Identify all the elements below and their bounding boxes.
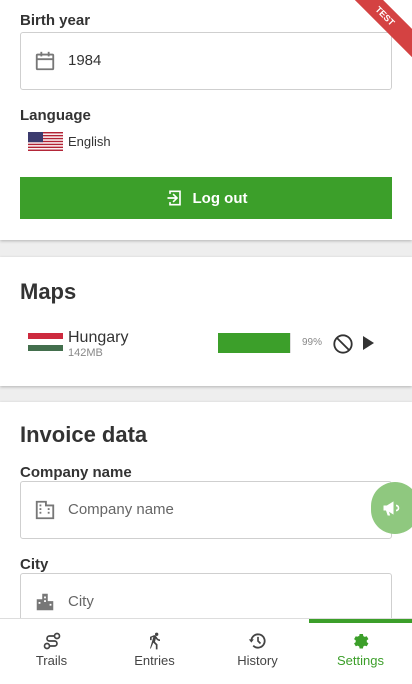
language-value: English bbox=[68, 134, 111, 149]
city-placeholder: City bbox=[68, 593, 94, 610]
logout-label: Log out bbox=[192, 189, 248, 207]
us-flag-icon bbox=[28, 132, 63, 151]
map-name: Hungary bbox=[68, 329, 129, 346]
nav-item-entries[interactable]: Entries bbox=[103, 619, 206, 684]
logout-icon bbox=[167, 190, 181, 206]
company-name-field[interactable]: Company name bbox=[20, 481, 392, 539]
logout-button[interactable]: Log out bbox=[20, 177, 392, 219]
city-label: City bbox=[20, 556, 49, 573]
birth-year-label: Birth year bbox=[20, 12, 91, 29]
map-item: Hungary 142MB 99% bbox=[28, 329, 388, 361]
cancel-download-icon[interactable] bbox=[332, 333, 354, 355]
city-field[interactable]: City bbox=[20, 573, 392, 618]
birth-year-value: 1984 bbox=[68, 52, 102, 69]
invoice-title: Invoice data bbox=[20, 422, 148, 447]
megaphone-icon bbox=[383, 501, 400, 516]
city-icon bbox=[36, 593, 54, 611]
invoice-card: Invoice data Company name Company name C… bbox=[0, 402, 412, 618]
map-size: 142MB bbox=[68, 347, 103, 359]
company-name-placeholder: Company name bbox=[68, 501, 174, 518]
nav-label-history: History bbox=[237, 653, 278, 668]
route-icon bbox=[43, 632, 60, 650]
maps-card: Maps Hungary 142MB 99% bbox=[0, 257, 412, 386]
feedback-button[interactable] bbox=[371, 482, 412, 534]
language-label: Language bbox=[20, 107, 91, 124]
company-name-label: Company name bbox=[20, 464, 132, 481]
calendar-icon bbox=[35, 51, 55, 71]
download-progress-fill bbox=[218, 333, 291, 353]
bottom-navigation: Trails Entries History Settings bbox=[0, 618, 412, 684]
nav-item-trails[interactable]: Trails bbox=[0, 619, 103, 684]
nav-label-settings: Settings bbox=[337, 653, 384, 668]
download-progress-bar bbox=[218, 333, 291, 353]
nav-label-entries: Entries bbox=[134, 653, 175, 668]
nav-item-settings[interactable]: Settings bbox=[309, 619, 412, 684]
nav-label-trails: Trails bbox=[35, 653, 68, 668]
birth-year-field[interactable]: 1984 bbox=[20, 32, 392, 90]
building-icon bbox=[35, 500, 55, 520]
play-icon[interactable] bbox=[361, 335, 375, 351]
download-progress-text: 99% bbox=[302, 337, 323, 348]
maps-title: Maps bbox=[20, 279, 77, 304]
runner-icon bbox=[149, 632, 160, 650]
gear-icon bbox=[353, 634, 368, 649]
profile-card: Birth year 1984 Language English Log out bbox=[0, 0, 412, 240]
history-icon bbox=[248, 633, 266, 649]
settings-scroll-area[interactable]: Birth year 1984 Language English Log out… bbox=[0, 0, 412, 618]
hungary-flag-icon bbox=[28, 333, 63, 351]
nav-item-history[interactable]: History bbox=[206, 619, 309, 684]
